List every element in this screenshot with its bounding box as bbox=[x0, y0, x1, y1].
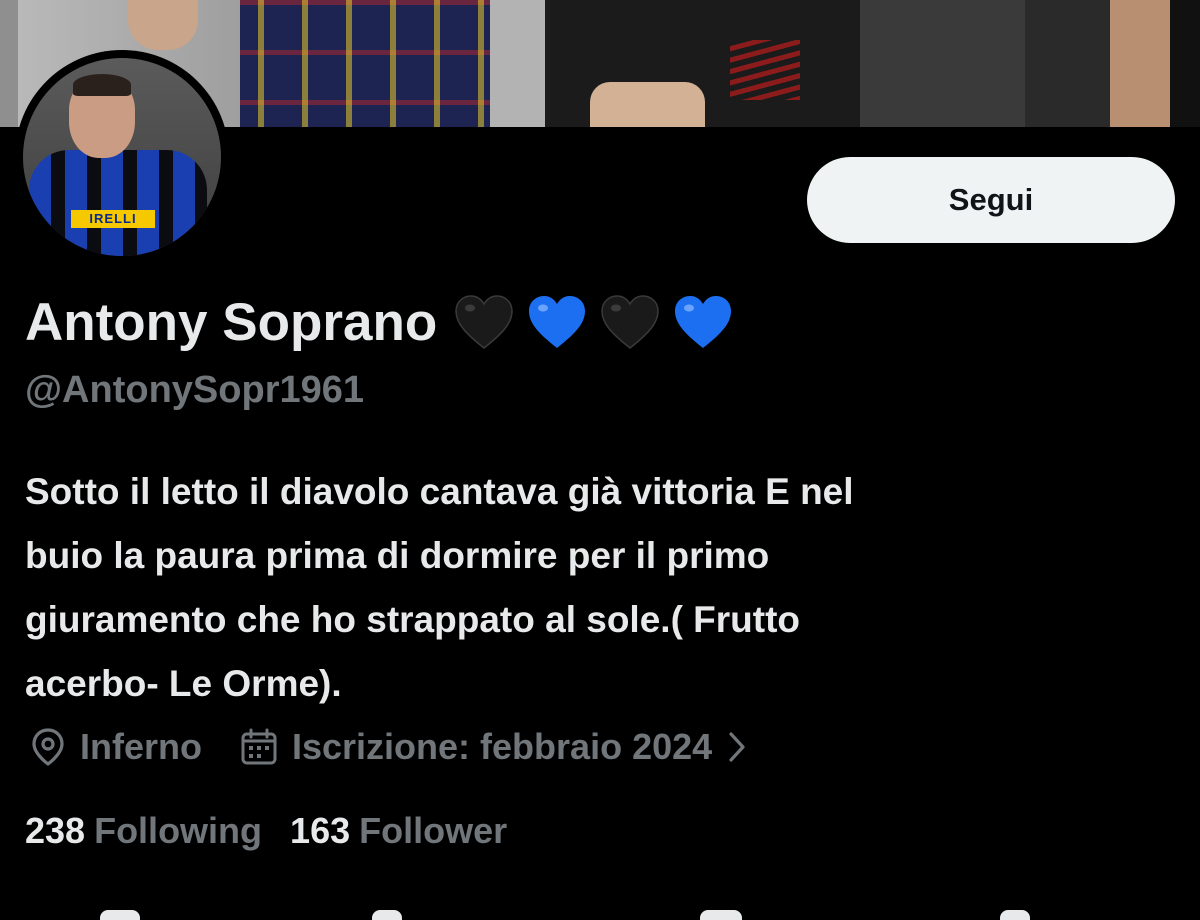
banner-jacket-stripes bbox=[730, 40, 800, 100]
black-heart-icon bbox=[455, 295, 513, 349]
avatar-jersey bbox=[29, 150, 207, 256]
display-name: Antony Soprano bbox=[25, 292, 438, 352]
avatar-hair bbox=[73, 74, 131, 96]
tab-stub bbox=[1000, 910, 1030, 920]
banner-edge bbox=[1170, 0, 1200, 127]
blue-heart-icon bbox=[529, 296, 586, 348]
tab-stub bbox=[372, 910, 402, 920]
chevron-right-icon[interactable] bbox=[726, 730, 748, 764]
bio-line: acerbo- Le Orme). bbox=[25, 663, 342, 704]
following-label: Following bbox=[94, 810, 263, 851]
following-count: 238 bbox=[25, 810, 86, 851]
followers-count: 163 bbox=[290, 810, 351, 851]
join-date-text: Iscrizione: febbraio 2024 bbox=[292, 726, 713, 767]
display-name-row: Antony Soprano bbox=[25, 287, 745, 357]
tab-stub bbox=[700, 910, 742, 920]
banner-figure-hands bbox=[590, 82, 705, 127]
black-heart-icon bbox=[601, 295, 659, 349]
following-link[interactable]: 238 Following bbox=[25, 810, 262, 852]
avatar-image: IRELLI bbox=[23, 58, 221, 256]
banner-figure-arm bbox=[1110, 0, 1175, 127]
blue-heart-icon bbox=[675, 296, 732, 348]
location-pin-icon bbox=[32, 728, 64, 766]
profile-bio: Sotto il letto il diavolo cantava già vi… bbox=[25, 460, 1125, 716]
profile-meta: Inferno Iscrizione: febbraio 2024 bbox=[30, 722, 748, 772]
avatar[interactable]: IRELLI bbox=[15, 50, 229, 264]
followers-link[interactable]: 163 Follower bbox=[290, 810, 507, 852]
name-emojis bbox=[453, 293, 745, 351]
location-text: Inferno bbox=[80, 726, 202, 767]
followers-label: Follower bbox=[359, 810, 508, 851]
banner-figure-right bbox=[860, 0, 1025, 127]
avatar-jersey-sponsor: IRELLI bbox=[71, 210, 155, 228]
follow-button[interactable]: Segui bbox=[807, 157, 1175, 243]
bio-line: buio la paura prima di dormire per il pr… bbox=[25, 535, 770, 576]
bio-line: giuramento che ho strappato al sole.( Fr… bbox=[25, 599, 801, 640]
calendar-icon bbox=[241, 728, 277, 765]
profile-tabs-cutoff bbox=[0, 905, 1200, 920]
bio-line: Sotto il letto il diavolo cantava già vi… bbox=[25, 471, 854, 512]
username-handle: @AntonySopr1961 bbox=[25, 369, 365, 411]
banner-figure-patterned-shirt bbox=[240, 0, 500, 127]
follow-stats: 238 Following 163 Follower bbox=[25, 806, 507, 856]
banner-figure-hand bbox=[128, 0, 198, 50]
tab-stub bbox=[100, 910, 140, 920]
